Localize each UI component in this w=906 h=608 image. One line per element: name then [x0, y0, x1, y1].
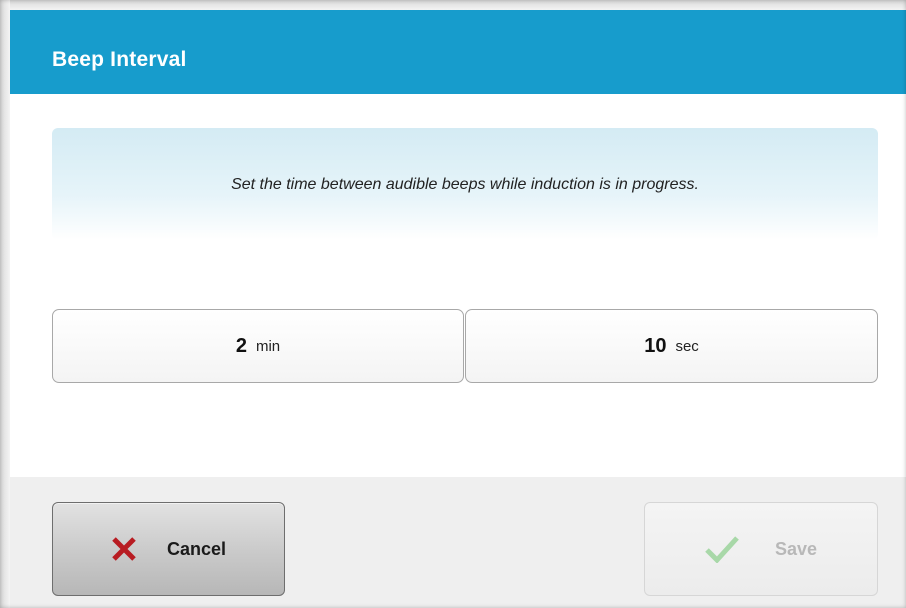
save-button[interactable]: Save: [644, 502, 878, 596]
info-panel: Set the time between audible beeps while…: [52, 128, 878, 240]
dialog-top-border: [0, 0, 906, 10]
minutes-button[interactable]: 2 min: [52, 309, 464, 383]
seconds-value: 10: [644, 334, 667, 357]
info-text: Set the time between audible beeps while…: [231, 176, 699, 193]
beep-interval-dialog: Beep Interval Set the time between audib…: [0, 0, 906, 608]
checkmark-icon: [705, 535, 739, 564]
dialog-header: Beep Interval: [10, 10, 906, 94]
seconds-unit: sec: [675, 337, 699, 355]
close-x-icon: [111, 536, 137, 562]
save-label: Save: [774, 538, 818, 559]
cancel-button[interactable]: Cancel: [52, 502, 285, 596]
dialog-left-border: [0, 0, 10, 608]
minutes-unit: min: [255, 337, 281, 355]
dialog-title: Beep Interval: [52, 48, 187, 71]
minutes-value: 2: [235, 334, 247, 357]
seconds-button[interactable]: 10 sec: [465, 309, 878, 383]
cancel-label: Cancel: [166, 538, 227, 559]
